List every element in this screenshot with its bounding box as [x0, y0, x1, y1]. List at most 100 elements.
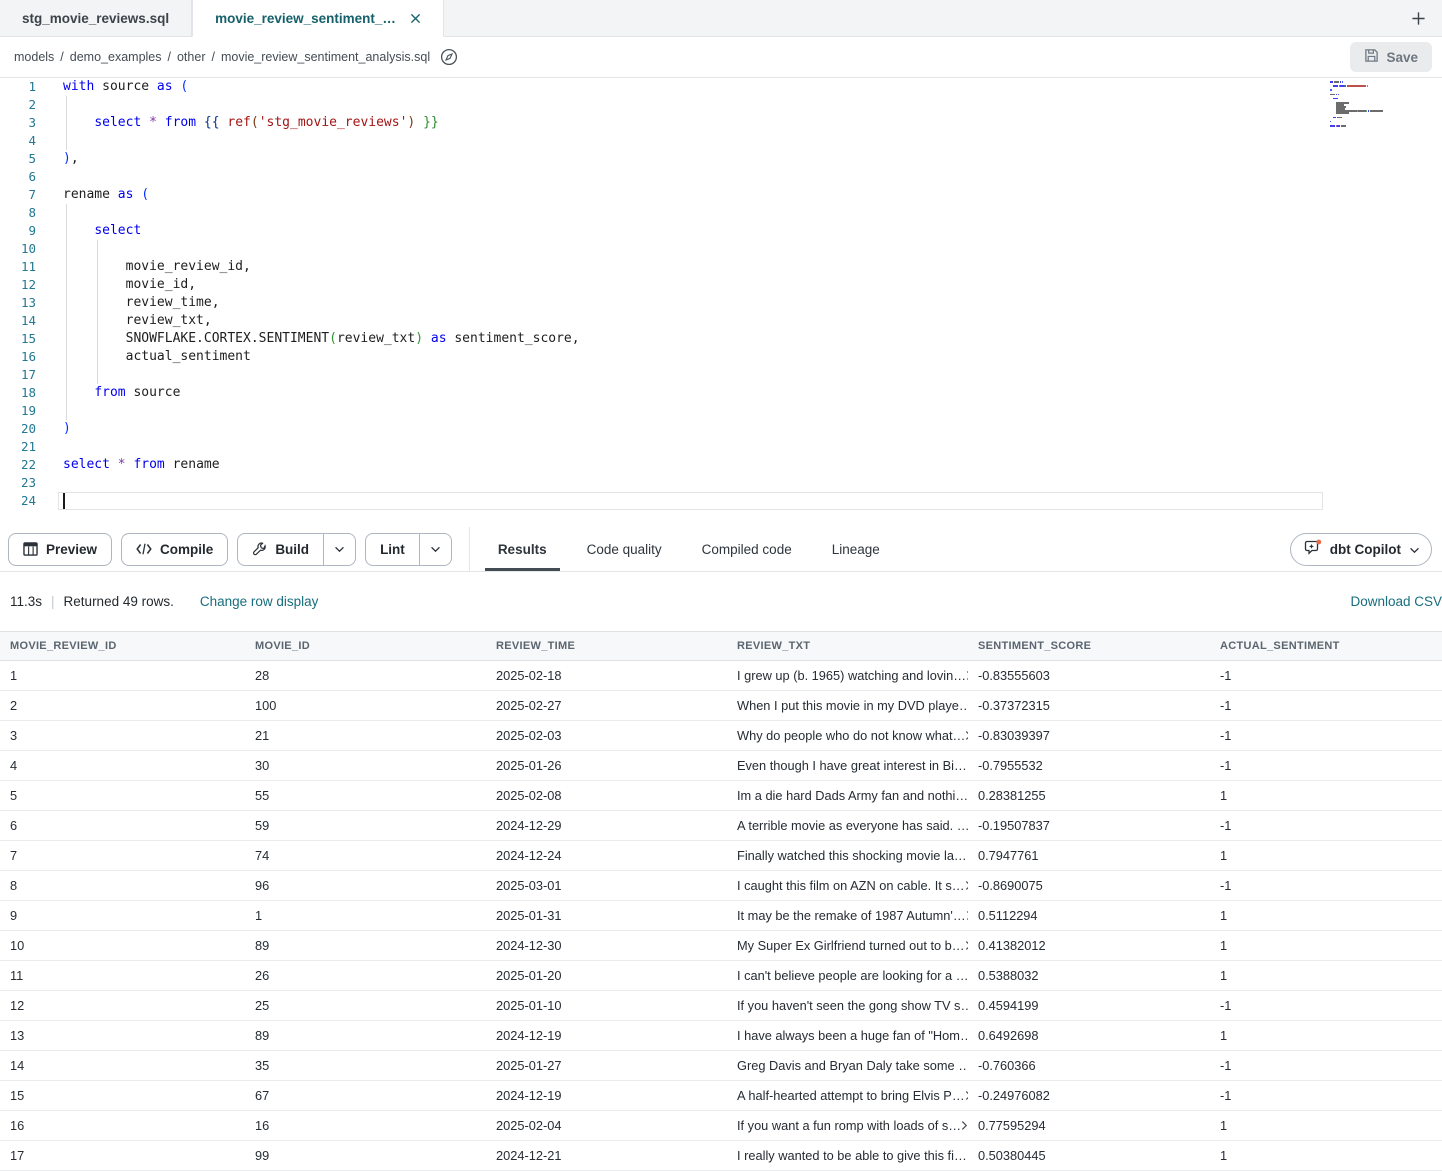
lint-button-main[interactable]: Lint	[366, 534, 419, 565]
close-tab-icon[interactable]	[410, 13, 421, 24]
code-token: )	[415, 331, 423, 346]
chevron-down-icon	[1409, 542, 1420, 557]
code-token: movie_id,	[63, 277, 196, 292]
cell-actual_sentiment: 1	[1210, 1028, 1442, 1043]
cell-movie_id: 28	[245, 668, 486, 683]
table-row: 7742024-12-24Finally watched this shocki…	[0, 841, 1442, 871]
cell-review_time: 2025-02-04	[486, 1118, 727, 1133]
cell-sentiment_score: 0.6492698	[968, 1028, 1210, 1043]
code-line: 5),	[0, 150, 1442, 168]
tab-code-quality[interactable]: Code quality	[567, 527, 682, 571]
results-info-bar: 11.3s | Returned 49 rows. Change row dis…	[0, 572, 1442, 631]
column-header-movie_id[interactable]: MOVIE_ID	[245, 640, 486, 652]
minimap-token	[1367, 85, 1369, 87]
column-header-review_txt[interactable]: REVIEW_TXT	[727, 640, 968, 652]
line-number: 4	[0, 132, 46, 150]
column-header-review_time[interactable]: REVIEW_TIME	[486, 640, 727, 652]
preview-button-label: Preview	[46, 542, 97, 557]
breadcrumb-segment[interactable]: movie_review_sentiment_analysis.sql	[221, 50, 430, 64]
cell-review_time: 2025-01-27	[486, 1058, 727, 1073]
compile-button-main[interactable]: Compile	[122, 534, 227, 565]
dbt-copilot-button[interactable]: dbt Copilot	[1290, 533, 1432, 566]
table-row: 4302025-01-26Even though I have great in…	[0, 751, 1442, 781]
line-number: 2	[0, 96, 46, 114]
minimap-token	[1337, 117, 1342, 119]
line-number: 7	[0, 186, 46, 204]
table-row: 17992024-12-21I really wanted to be able…	[0, 1141, 1442, 1171]
code-line: 21	[0, 438, 1442, 456]
copilot-label: dbt Copilot	[1330, 542, 1401, 557]
cell-sentiment_score: -0.37372315	[968, 698, 1210, 713]
code-token	[63, 385, 94, 400]
code-token: as	[149, 79, 172, 94]
cell-actual_sentiment: 1	[1210, 938, 1442, 953]
build-button: Build	[237, 533, 356, 566]
breadcrumb-segment[interactable]: other	[177, 50, 206, 64]
expand-review-icon[interactable]	[961, 1120, 968, 1131]
compile-button: Compile	[121, 533, 228, 566]
build-button-main[interactable]: Build	[238, 534, 323, 565]
breadcrumb-bar: models/demo_examples/other/movie_review_…	[0, 37, 1442, 78]
cell-movie_review_id: 7	[0, 848, 245, 863]
lint-dropdown-button[interactable]	[419, 534, 451, 565]
cell-movie_id: 67	[245, 1088, 486, 1103]
review-text: My Super Ex Girlfriend turned out to b…	[737, 938, 965, 953]
editor-minimap[interactable]	[1330, 81, 1398, 131]
review-text: If you haven't seen the gong show TV s…	[737, 998, 968, 1013]
save-button[interactable]: Save	[1350, 42, 1432, 72]
build-dropdown-button[interactable]	[323, 534, 355, 565]
code-token	[63, 115, 94, 130]
tab-stg-movie-reviews[interactable]: stg_movie_reviews.sql	[0, 0, 192, 36]
breadcrumb-segment[interactable]: models	[14, 50, 54, 64]
review-text: I really wanted to be able to give this …	[737, 1148, 967, 1163]
column-header-actual_sentiment[interactable]: ACTUAL_SENTIMENT	[1210, 640, 1442, 652]
code-token: review_time,	[63, 295, 220, 310]
tab-movie-review-sentiment-analysis[interactable]: movie_review_sentiment_…	[192, 0, 444, 37]
minimap-token	[1333, 98, 1338, 100]
download-csv-link[interactable]: Download CSV	[1350, 594, 1442, 609]
tab-results[interactable]: Results	[478, 527, 567, 571]
indent-guide	[66, 330, 67, 348]
code-token: source	[126, 385, 181, 400]
column-header-movie_review_id[interactable]: MOVIE_REVIEW_ID	[0, 640, 245, 652]
line-number: 18	[0, 384, 46, 402]
table-row: 21002025-02-27When I put this movie in m…	[0, 691, 1442, 721]
toolbar-divider	[469, 527, 470, 571]
code-line: 7rename as (	[0, 186, 1442, 204]
code-line: 4	[0, 132, 1442, 150]
cell-movie_review_id: 13	[0, 1028, 245, 1043]
cell-sentiment_score: 0.50380445	[968, 1148, 1210, 1163]
indent-guide	[97, 276, 98, 294]
indent-guide	[66, 222, 67, 240]
tab-lineage[interactable]: Lineage	[812, 527, 900, 571]
table-row: 14352025-01-27Greg Davis and Bryan Daly …	[0, 1051, 1442, 1081]
compass-icon[interactable]	[440, 48, 458, 66]
code-token: ref	[220, 115, 251, 130]
results-table: MOVIE_REVIEW_IDMOVIE_IDREVIEW_TIMEREVIEW…	[0, 631, 1442, 1171]
cell-review_txt: Im a die hard Dads Army fan and nothi…	[727, 788, 968, 803]
code-line: 2	[0, 96, 1442, 114]
code-line-text	[46, 204, 1442, 222]
cell-actual_sentiment: 1	[1210, 1148, 1442, 1163]
cell-review_txt: I have always been a huge fan of "Hom…	[727, 1028, 968, 1043]
code-line: 9 select	[0, 222, 1442, 240]
breadcrumb-separator: /	[211, 50, 214, 64]
line-number: 10	[0, 240, 46, 258]
breadcrumb-segment[interactable]: demo_examples	[70, 50, 162, 64]
change-row-display-link[interactable]: Change row display	[200, 594, 319, 609]
minimap-token	[1331, 89, 1332, 91]
line-number: 21	[0, 438, 46, 456]
cell-review_txt: Finally watched this shocking movie la…	[727, 848, 968, 863]
tab-compiled-code[interactable]: Compiled code	[682, 527, 812, 571]
new-tab-button[interactable]	[1405, 7, 1432, 30]
results-toolbar: Preview Compile Build Lint ResultsCode qual…	[0, 527, 1442, 572]
cell-movie_review_id: 16	[0, 1118, 245, 1133]
code-editor[interactable]: 1with source as (23 select * from {{ ref…	[0, 78, 1442, 527]
cell-review_time: 2025-01-20	[486, 968, 727, 983]
code-token: (	[133, 187, 149, 202]
cell-sentiment_score: -0.7955532	[968, 758, 1210, 773]
cell-movie_review_id: 4	[0, 758, 245, 773]
cell-review_time: 2025-02-08	[486, 788, 727, 803]
column-header-sentiment_score[interactable]: SENTIMENT_SCORE	[968, 640, 1210, 652]
preview-button-main[interactable]: Preview	[9, 534, 111, 565]
